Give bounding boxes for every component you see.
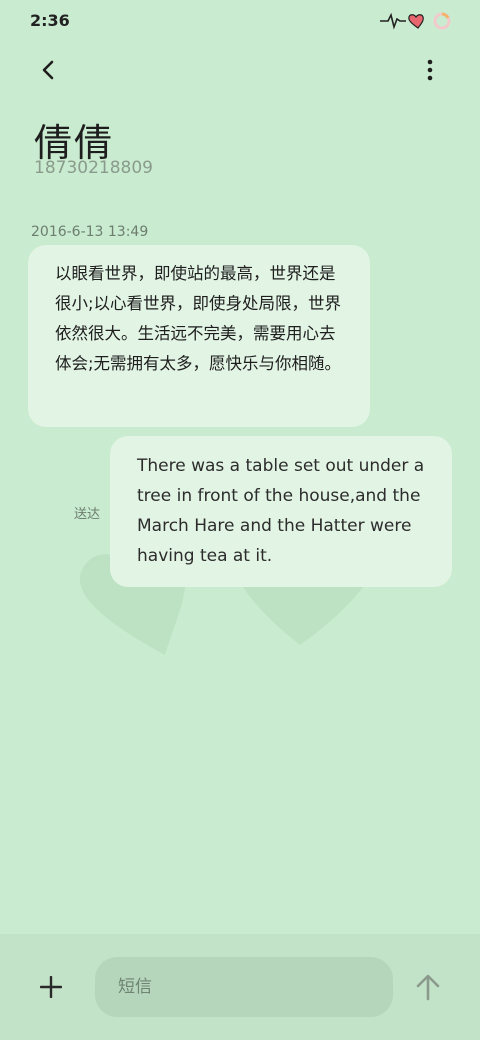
plus-icon: [40, 976, 62, 998]
outgoing-message-text: There was a table set out under a tree i…: [137, 456, 425, 566]
message-timestamp: 2016-6-13 13:49: [31, 224, 149, 240]
arrow-up-icon: [416, 974, 440, 1001]
battery-ring-icon: [433, 12, 451, 30]
incoming-message-text: 以眼看世界，即使站的最高，世界还是很小;以心看世界，即使身处局限，世界依然很大。…: [55, 264, 342, 373]
heart-icon: [408, 14, 424, 29]
delivery-status: 送达: [74, 507, 101, 522]
more-options-button[interactable]: [418, 54, 442, 86]
status-bar: 2:36: [0, 0, 480, 40]
more-vertical-icon: [427, 59, 433, 81]
contact-number: 18730218809: [34, 158, 153, 178]
status-time: 2:36: [30, 11, 70, 30]
add-attachment-button[interactable]: [36, 972, 66, 1002]
outgoing-message-bubble[interactable]: There was a table set out under a tree i…: [110, 436, 452, 587]
incoming-message-bubble[interactable]: 以眼看世界，即使站的最高，世界还是很小;以心看世界，即使身处局限，世界依然很大。…: [28, 245, 370, 427]
chevron-left-icon: [42, 60, 54, 80]
status-icons: [380, 12, 451, 30]
back-button[interactable]: [32, 54, 64, 86]
message-input[interactable]: [95, 957, 393, 1017]
send-button[interactable]: [412, 970, 444, 1004]
heartbeat-icon: [380, 12, 406, 30]
